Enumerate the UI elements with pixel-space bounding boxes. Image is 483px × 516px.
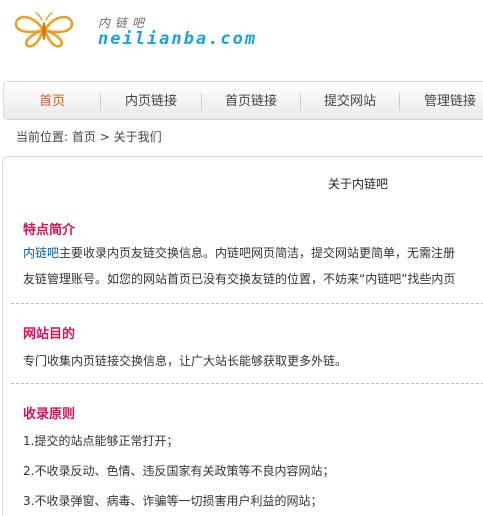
features-paragraph-line-2: 友链管理账号。如您的网站首页已没有交换友链的位置，不妨来“内链吧”找些内页 [23, 272, 456, 286]
breadcrumb-home-link[interactable]: 首页 [72, 130, 96, 144]
site-logo[interactable]: 内链吧 neilianba.com [12, 10, 255, 54]
features-paragraph-line-1: 内链吧主要收录内页友链交换信息。内链吧网页简洁，提交网站更简单，无需注册 [23, 241, 455, 265]
content-panel: 关于内链吧 特点简介 内链吧主要收录内页友链交换信息。内链吧网页简洁，提交网站更… [2, 156, 483, 516]
section-heading-purpose: 网站目的 [23, 327, 76, 342]
breadcrumb-prefix: 当前位置: [16, 130, 69, 144]
butterfly-logo-icon [14, 12, 74, 48]
logo-domain-text: neilianba.com [98, 29, 258, 49]
principle-item-2: 2.不收录反动、色情、违反国家有关政策等不良内容网站； [23, 464, 335, 478]
breadcrumb-current: 关于我们 [113, 130, 162, 144]
breadcrumb-separator: > [99, 130, 110, 144]
nav-item-manage-links[interactable]: 管理链接 [400, 91, 483, 113]
section-heading-principles: 收录原则 [23, 407, 76, 422]
section-divider [11, 383, 483, 384]
purpose-paragraph: 专门收集内页链接交换信息，让广大站长能够获取更多外链。 [23, 354, 348, 368]
breadcrumb: 当前位置: 首页 > 关于我们 [16, 128, 162, 145]
section-divider [11, 303, 483, 304]
main-nav: 首页 内页链接 首页链接 提交网站 管理链接 [3, 81, 483, 120]
page-title: 关于内链吧 [327, 177, 388, 191]
nav-item-home-links[interactable]: 首页链接 [202, 91, 300, 113]
nav-item-inner-links[interactable]: 内页链接 [101, 91, 201, 113]
features-text-1: 主要收录内页友链交换信息。内链吧网页简洁，提交网站更简单，无需注册 [59, 246, 456, 260]
nav-item-home[interactable]: 首页 [4, 91, 100, 113]
site-name-link[interactable]: 内链吧 [23, 246, 59, 260]
nav-item-submit-site[interactable]: 提交网站 [301, 91, 399, 113]
principle-item-1: 1.提交的站点能够正常打开； [23, 434, 179, 448]
section-heading-features: 特点简介 [23, 223, 76, 238]
principle-item-3: 3.不收录弹窗、病毒、诈骗等一切损害用户利益的网站； [23, 494, 323, 508]
